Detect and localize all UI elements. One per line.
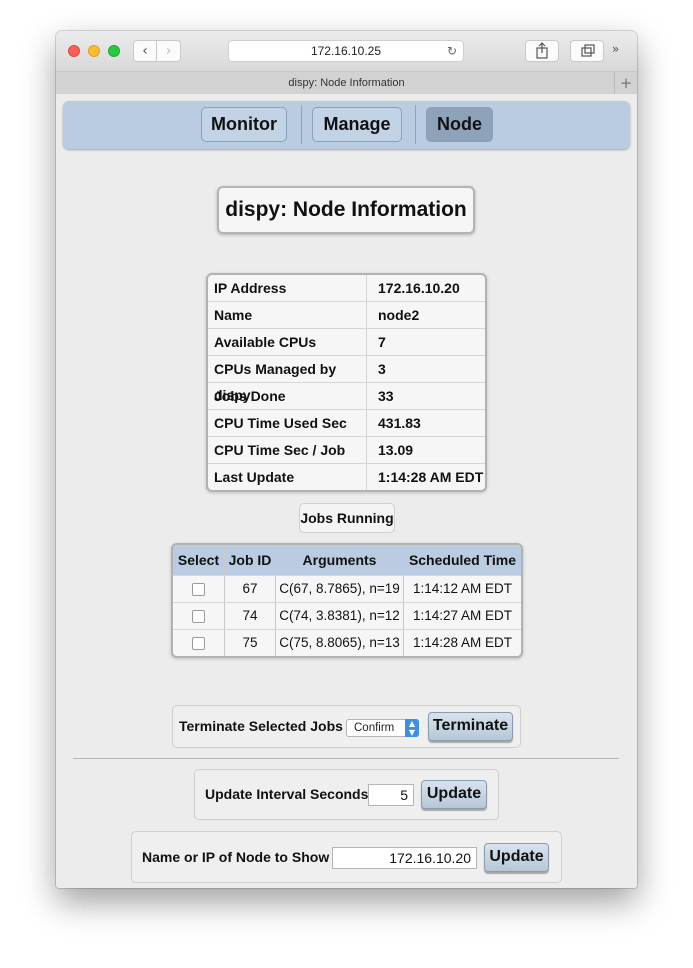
menu-separator — [415, 105, 416, 144]
info-row: CPU Time Used Sec 431.83 — [208, 410, 485, 437]
menu-monitor[interactable]: Monitor — [201, 107, 287, 142]
menu-node[interactable]: Node — [426, 107, 493, 142]
divider — [73, 758, 619, 759]
info-row: CPUs Managed by dispy 3 — [208, 356, 485, 403]
node-select-label: Name or IP of Node to Show : — [142, 849, 338, 865]
info-label: Jobs Done — [214, 383, 367, 409]
table-row: 67 C(67, 8.7865), n=19 1:14:12 AM EDT — [173, 575, 521, 602]
job-checkbox[interactable] — [192, 636, 205, 650]
zoom-window-button[interactable] — [108, 45, 120, 57]
info-value: 431.83 — [378, 415, 421, 431]
arguments-cell: C(75, 8.8065), n=13 — [276, 630, 404, 656]
info-label: CPU Time Sec / Job — [214, 437, 367, 463]
update-interval-form: Update Interval Seconds: 5 Update — [194, 769, 499, 820]
forward-icon: › — [165, 43, 172, 59]
info-value: 33 — [378, 388, 394, 404]
jobs-running-title: Jobs Running — [299, 503, 395, 533]
info-row: Name node2 — [208, 302, 485, 329]
terminate-label: Terminate Selected Jobs : — [179, 718, 352, 734]
menu-manage[interactable]: Manage — [312, 107, 402, 142]
share-button[interactable] — [525, 40, 559, 62]
job-id-cell: 67 — [225, 576, 276, 602]
title-bar: ‹ › 172.16.10.25 ↻ » — [56, 31, 637, 72]
arguments-cell: C(74, 3.8381), n=12 — [276, 603, 404, 629]
arguments-cell: C(67, 8.7865), n=19 — [276, 576, 404, 602]
info-row: CPU Time Sec / Job 13.09 — [208, 437, 485, 464]
table-row: 75 C(75, 8.8065), n=13 1:14:28 AM EDT — [173, 629, 521, 656]
info-label: Last Update — [214, 464, 367, 490]
scheduled-cell: 1:14:12 AM EDT — [412, 581, 513, 596]
info-row: Jobs Done 33 — [208, 383, 485, 410]
info-label: Name — [214, 302, 367, 328]
menu-bar: Monitor Manage Node — [63, 101, 630, 149]
share-icon — [536, 42, 548, 59]
job-id-cell: 75 — [225, 630, 276, 656]
back-button[interactable]: ‹ — [133, 40, 157, 62]
info-label: IP Address — [214, 275, 367, 301]
info-label: CPU Time Used Sec — [214, 410, 367, 436]
forward-button[interactable]: › — [157, 40, 181, 62]
more-toolbar-button[interactable]: » — [612, 42, 619, 56]
terminate-form: Terminate Selected Jobs : Confirm ▲ ▼ Ter… — [172, 705, 521, 748]
header-job-id: Job ID — [225, 545, 276, 575]
node-update-button[interactable]: Update — [484, 843, 549, 872]
info-value: node2 — [378, 307, 420, 323]
scheduled-cell: 1:14:27 AM EDT — [412, 608, 513, 623]
select-cell — [173, 576, 225, 602]
close-window-button[interactable] — [68, 45, 80, 57]
info-label: Available CPUs — [214, 329, 367, 355]
job-checkbox[interactable] — [192, 582, 205, 596]
job-id-cell: 74 — [225, 603, 276, 629]
address-bar[interactable]: 172.16.10.25 ↻ — [228, 40, 464, 62]
menu-separator — [301, 105, 302, 144]
node-select-form: Name or IP of Node to Show : 172.16.10.2… — [131, 831, 562, 883]
update-interval-input[interactable]: 5 — [368, 784, 414, 806]
tab-bar: dispy: Node Information + — [56, 72, 637, 95]
tab-title[interactable]: dispy: Node Information — [288, 77, 404, 89]
info-value: 3 — [378, 361, 386, 377]
node-name-input[interactable]: 172.16.10.20 — [332, 847, 477, 869]
select-value: Confirm — [354, 722, 395, 734]
info-value: 13.09 — [378, 442, 414, 458]
update-interval-button[interactable]: Update — [421, 780, 487, 809]
update-interval-label: Update Interval Seconds: — [205, 786, 374, 802]
node-info-table: IP Address 172.16.10.20 Name node2 Availab… — [206, 273, 487, 492]
browser-window: ‹ › 172.16.10.25 ↻ » dispy: Node Informa… — [56, 31, 637, 888]
new-tab-button[interactable]: + — [614, 72, 637, 94]
info-row: IP Address 172.16.10.20 — [208, 275, 485, 302]
jobs-table: Select Job ID Arguments Scheduled Time 6… — [171, 543, 523, 658]
tabs-icon — [581, 44, 595, 57]
info-label: CPUs Managed by dispy — [214, 356, 367, 403]
address-text: 172.16.10.25 — [310, 44, 382, 58]
select-arrows-icon: ▲ ▼ — [405, 719, 419, 737]
info-row: Last Update 1:14:28 AM EDT — [208, 464, 485, 490]
table-row: 74 C(74, 3.8381), n=12 1:14:27 AM EDT — [173, 602, 521, 629]
info-row: Available CPUs 7 — [208, 329, 485, 356]
show-tabs-button[interactable] — [570, 40, 604, 62]
back-icon: ‹ — [142, 43, 148, 59]
header-select: Select — [173, 545, 225, 575]
select-cell — [173, 603, 225, 629]
terminate-button[interactable]: Terminate — [428, 712, 513, 741]
jobs-table-header: Select Job ID Arguments Scheduled Time — [173, 545, 521, 575]
info-value: 1:14:28 AM EDT — [378, 469, 484, 485]
minimize-window-button[interactable] — [88, 45, 100, 57]
scheduled-cell: 1:14:28 AM EDT — [412, 635, 513, 650]
select-cell — [173, 630, 225, 656]
info-value: 172.16.10.20 — [378, 280, 460, 296]
job-checkbox[interactable] — [192, 609, 205, 623]
page-content: Monitor Manage Node dispy: Node Informat… — [56, 94, 637, 888]
terminate-confirm-select[interactable]: Confirm ▲ ▼ — [346, 719, 419, 737]
reload-icon[interactable]: ↻ — [447, 41, 457, 61]
header-scheduled-time: Scheduled Time — [408, 552, 517, 568]
header-arguments: Arguments — [276, 545, 404, 575]
page-title: dispy: Node Information — [217, 186, 475, 234]
info-value: 7 — [378, 334, 386, 350]
